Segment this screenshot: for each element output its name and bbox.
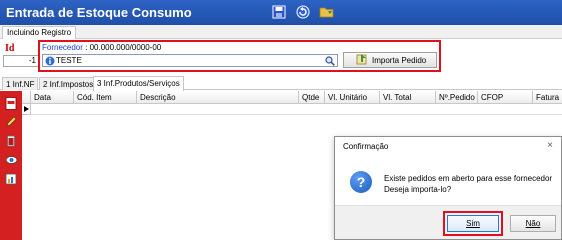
- no-button[interactable]: Não: [510, 215, 556, 232]
- dialog-title: Confirmação: [343, 142, 389, 151]
- report-icon[interactable]: [4, 172, 18, 186]
- confirm-dialog: Confirmação × ? Existe pedidos em aberto…: [334, 136, 562, 240]
- tab-incluindo-registro[interactable]: Incluindo Registro: [2, 26, 77, 39]
- folder-icon[interactable]: [318, 3, 336, 21]
- close-icon[interactable]: ×: [547, 140, 553, 151]
- section-tabstrip: 1 Inf.NF 2 Inf.Impostos 3 Inf.Produtos/S…: [0, 76, 562, 91]
- current-row-arrow-icon: [24, 106, 29, 112]
- dialog-message: Existe pedidos em aberto para esse forne…: [384, 173, 552, 195]
- info-icon: [45, 56, 55, 68]
- grid-header: Data Cód. Item Descrição Qtde Vl. Unitár…: [22, 91, 562, 104]
- dialog-footer: Sim Não: [335, 205, 561, 239]
- fornecedor-value: TESTE: [56, 56, 82, 65]
- col-cod-item[interactable]: Cód. Item: [74, 91, 137, 104]
- table-row[interactable]: [31, 114, 562, 115]
- col-cfop[interactable]: CFOP: [478, 91, 533, 104]
- row-indicator[interactable]: [22, 104, 31, 115]
- search-icon[interactable]: [325, 56, 335, 68]
- col-descricao[interactable]: Descrição: [137, 91, 299, 104]
- col-n-pedido[interactable]: Nº.Pedido: [436, 91, 478, 104]
- import-pedido-label: Importa Pedido: [372, 55, 427, 65]
- undo-icon[interactable]: [294, 3, 312, 21]
- dialog-body: ? Existe pedidos em aberto para esse for…: [335, 157, 561, 205]
- grid-header-indicator: [22, 91, 31, 104]
- tab-inf-produtos[interactable]: 3 Inf.Produtos/Serviços: [93, 76, 184, 91]
- edit-icon[interactable]: [4, 115, 18, 129]
- tab-inf-nf[interactable]: 1 Inf.NF: [2, 77, 39, 90]
- action-sidebar: [0, 91, 22, 240]
- dialog-message-line2: Deseja importa-lo?: [384, 185, 452, 194]
- col-vl-unitario[interactable]: Vl. Unitário: [325, 91, 380, 104]
- yes-button[interactable]: Sim: [447, 215, 499, 232]
- record-tabstrip: Incluindo Registro: [0, 25, 562, 39]
- window-titlebar: Entrada de Estoque Consumo: [0, 0, 562, 25]
- col-qtde[interactable]: Qtde: [299, 91, 325, 104]
- import-icon: [356, 53, 368, 67]
- window-title: Entrada de Estoque Consumo: [6, 5, 192, 20]
- fornecedor-code: : 00.000.000/0000-00: [85, 43, 162, 52]
- delete-icon[interactable]: [4, 134, 18, 148]
- id-label: Id: [5, 43, 15, 54]
- col-fatura[interactable]: Fatura: [533, 91, 562, 104]
- id-field[interactable]: -1: [3, 55, 39, 67]
- fornecedor-label: Fornecedor: [42, 43, 83, 52]
- col-data[interactable]: Data: [31, 91, 74, 104]
- import-pedido-button[interactable]: Importa Pedido: [343, 52, 437, 68]
- save-icon[interactable]: [270, 3, 288, 21]
- view-icon[interactable]: [4, 153, 18, 167]
- dialog-message-line1: Existe pedidos em aberto para esse forne…: [384, 174, 553, 183]
- question-icon: ?: [350, 171, 372, 193]
- pdf-icon[interactable]: [4, 96, 18, 110]
- toolbar: [270, 3, 336, 21]
- col-vl-total[interactable]: Vl. Total: [380, 91, 436, 104]
- fornecedor-label-group: Fornecedor : 00.000.000/0000-00: [42, 43, 161, 52]
- tab-inf-impostos[interactable]: 2 Inf.Impostos: [39, 77, 98, 90]
- fornecedor-input[interactable]: TESTE: [42, 54, 338, 67]
